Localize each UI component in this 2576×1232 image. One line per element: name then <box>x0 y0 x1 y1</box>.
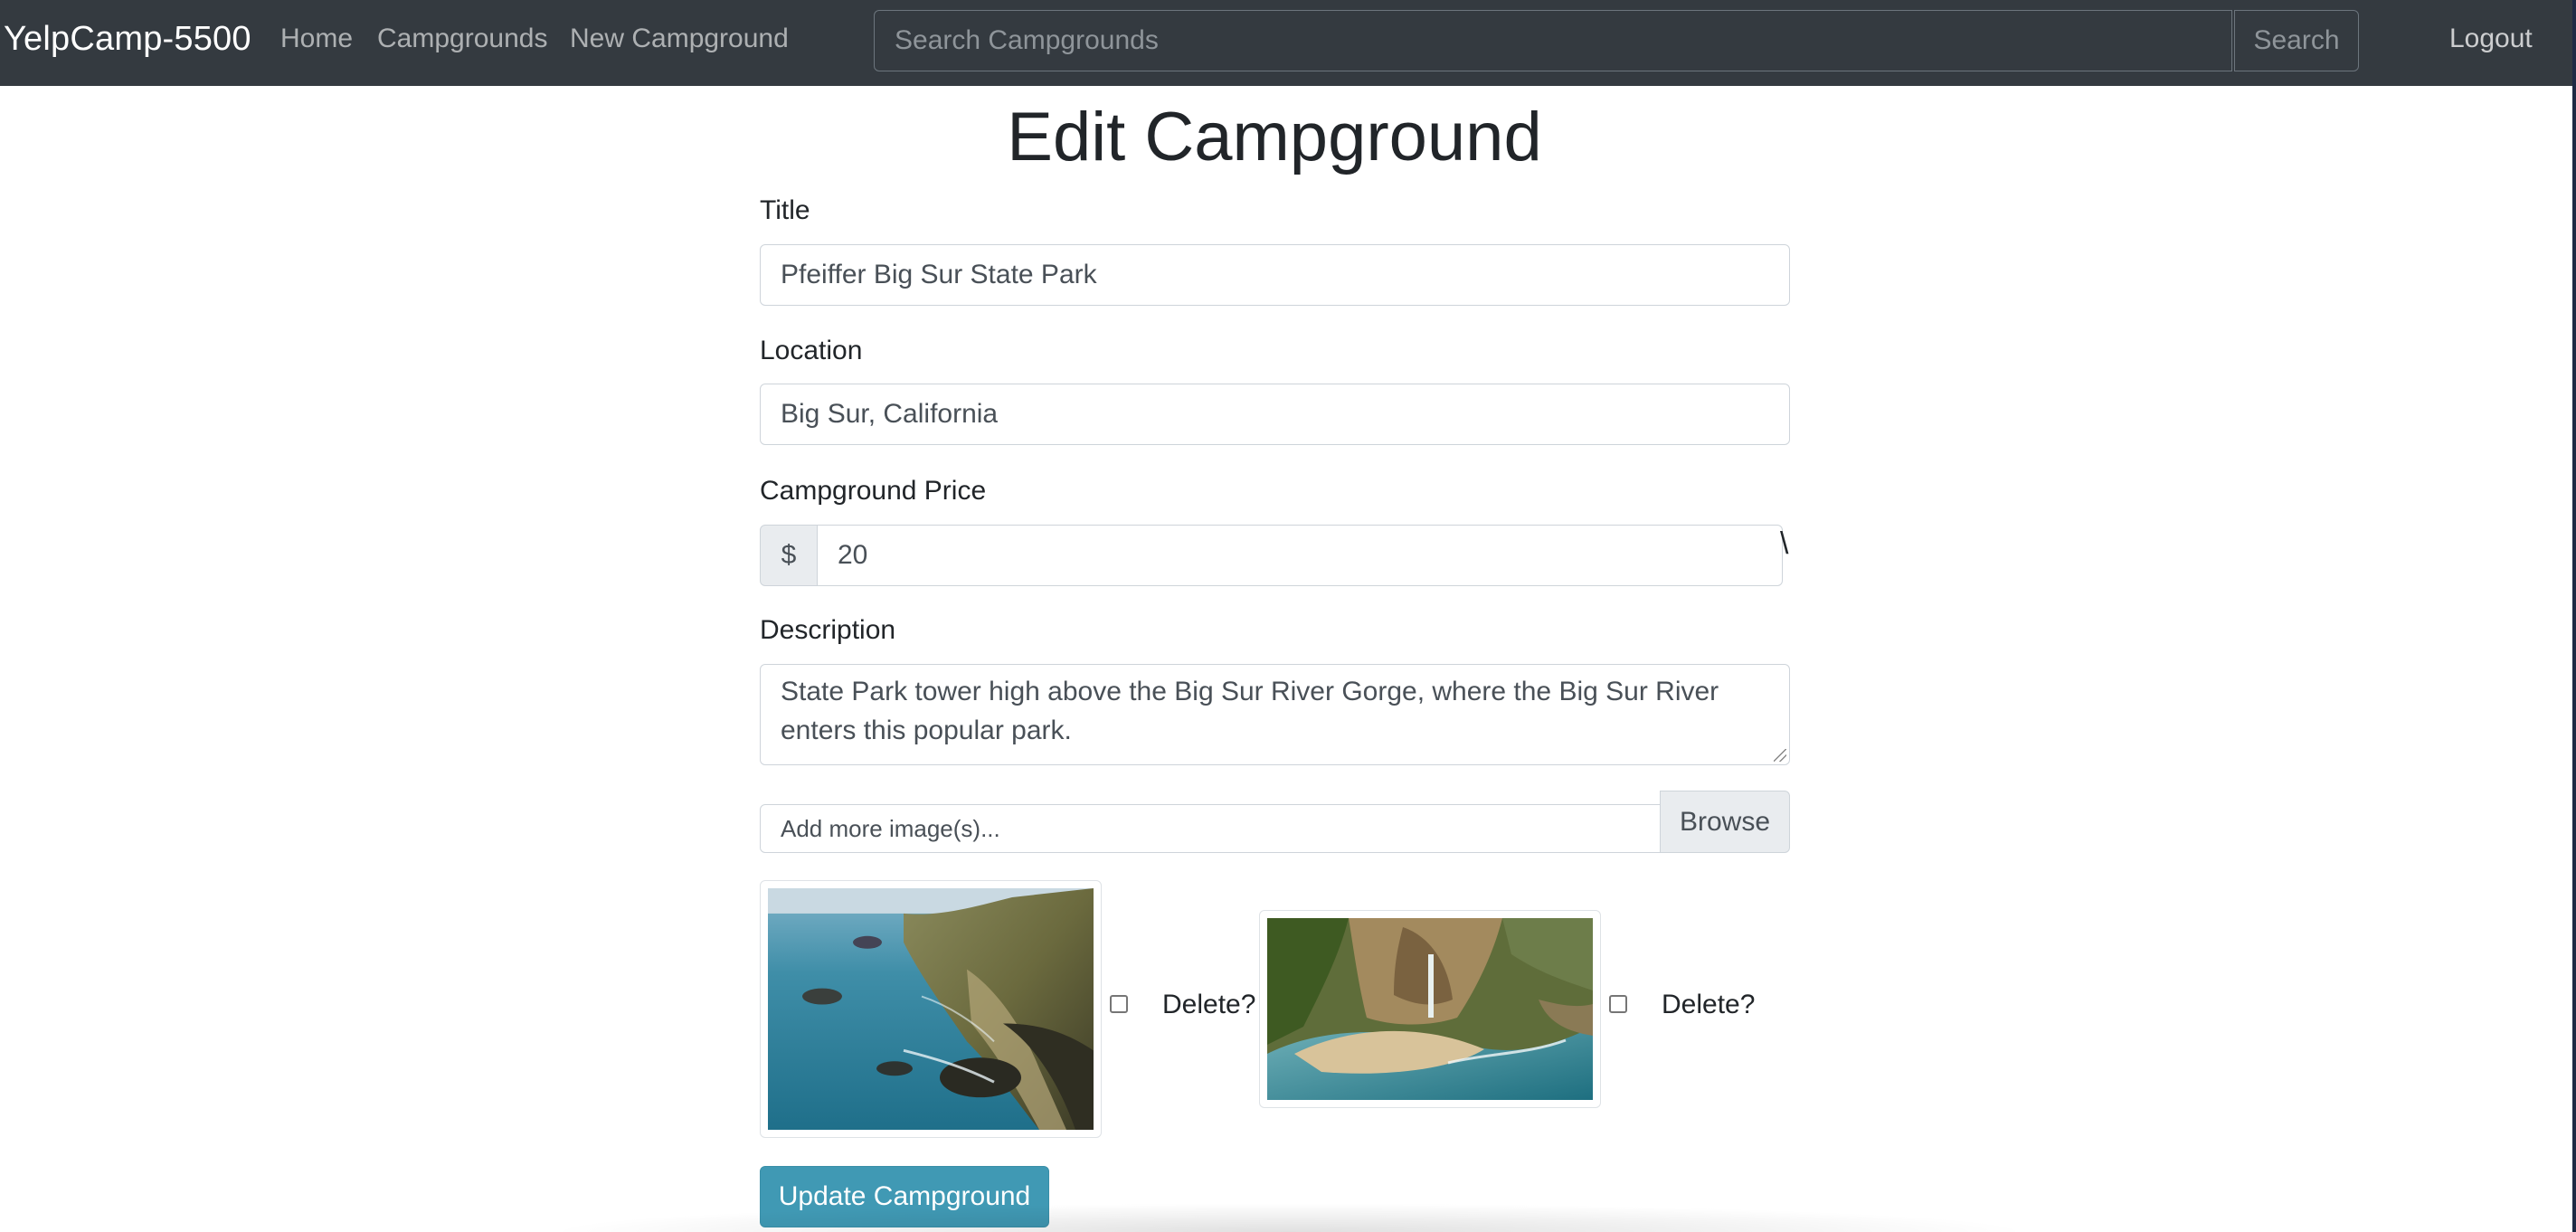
nav-link-new-campground[interactable]: New Campground <box>570 24 789 54</box>
navbar: YelpCamp-5500 Home Campgrounds New Campg… <box>0 0 2572 86</box>
delete-image-2-checkbox[interactable] <box>1609 995 1627 1013</box>
campground-image-1 <box>760 880 1102 1138</box>
image-file-input[interactable]: Add more image(s)... <box>760 804 1661 853</box>
nav-link-home[interactable]: Home <box>280 24 353 54</box>
price-label: Campground Price <box>760 476 987 506</box>
delete-image-1-label: Delete? <box>1162 990 1256 1019</box>
coastline-photo-icon <box>768 888 1094 1130</box>
page-title: Edit Campground <box>1007 99 1542 175</box>
nav-link-campgrounds[interactable]: Campgrounds <box>377 24 547 54</box>
logout-link[interactable]: Logout <box>2449 24 2533 54</box>
search-input[interactable] <box>874 10 2232 71</box>
brand-link[interactable]: YelpCamp-5500 <box>4 20 251 59</box>
update-campground-button[interactable]: Update Campground <box>760 1166 1049 1227</box>
description-text: State Park tower high above the Big Sur … <box>781 677 1719 745</box>
resize-grip-icon[interactable] <box>1774 749 1786 762</box>
window-edge <box>2572 0 2576 1232</box>
search-button[interactable]: Search <box>2234 10 2359 71</box>
stray-backslash: \ <box>1780 526 1789 561</box>
delete-image-1-checkbox[interactable] <box>1110 995 1128 1013</box>
description-label: Description <box>760 615 896 645</box>
browse-button[interactable]: Browse <box>1660 791 1790 853</box>
campground-image-2 <box>1259 910 1601 1108</box>
title-input[interactable]: Pfeiffer Big Sur State Park <box>760 244 1790 306</box>
title-label: Title <box>760 195 810 225</box>
delete-image-2-label: Delete? <box>1662 990 1756 1019</box>
description-textarea[interactable]: State Park tower high above the Big Sur … <box>760 664 1790 765</box>
location-label: Location <box>760 336 863 365</box>
price-input[interactable]: 20 <box>817 525 1783 586</box>
price-currency-addon: $ <box>760 525 818 586</box>
waterfall-beach-photo-icon <box>1267 918 1593 1100</box>
location-input[interactable]: Big Sur, California <box>760 384 1790 445</box>
